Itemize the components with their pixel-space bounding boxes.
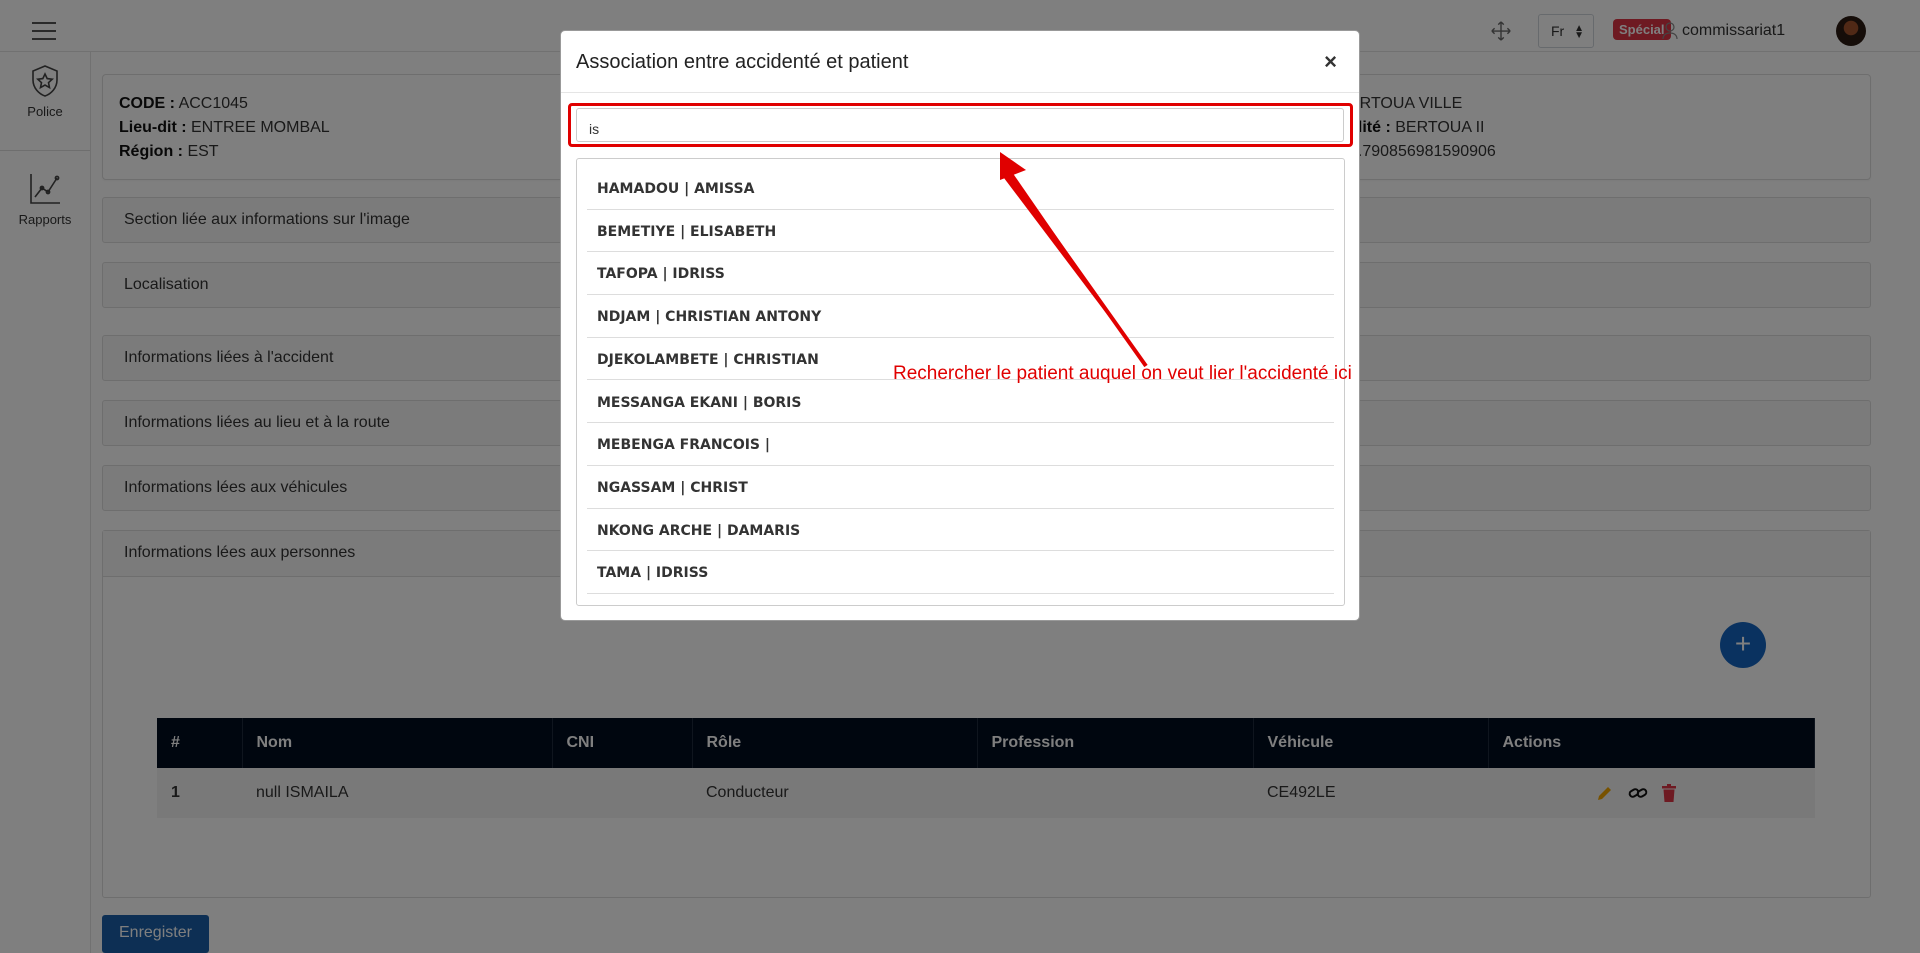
list-item[interactable]: NDJAM | CHRISTIAN ANTONY	[587, 295, 1334, 338]
list-item[interactable]: TAFOPA | IDRISS	[587, 252, 1334, 296]
list-item[interactable]: HAMADOU | AMISSA	[587, 167, 1334, 210]
modal-title: Association entre accidenté et patient	[576, 51, 909, 73]
close-icon[interactable]: ×	[1324, 49, 1337, 75]
list-item[interactable]: NKONG ARCHE | DAMARIS	[587, 509, 1334, 552]
modal-header: Association entre accidenté et patient ×	[561, 31, 1359, 93]
association-modal: Association entre accidenté et patient ×…	[560, 30, 1360, 621]
list-item[interactable]: TAMA | IDRISS	[587, 551, 1334, 594]
patient-search-input[interactable]	[576, 108, 1344, 142]
list-item[interactable]: MEBENGA FRANCOIS |	[587, 423, 1334, 466]
list-item[interactable]: NGASSAM | CHRIST	[587, 466, 1334, 509]
list-item[interactable]: BEMETIYE | ELISABETH	[587, 210, 1334, 253]
list-item[interactable]: MESSANGA EKANI | BORIS	[587, 381, 1334, 424]
annotation-text: Rechercher le patient auquel on veut lie…	[893, 363, 1352, 384]
